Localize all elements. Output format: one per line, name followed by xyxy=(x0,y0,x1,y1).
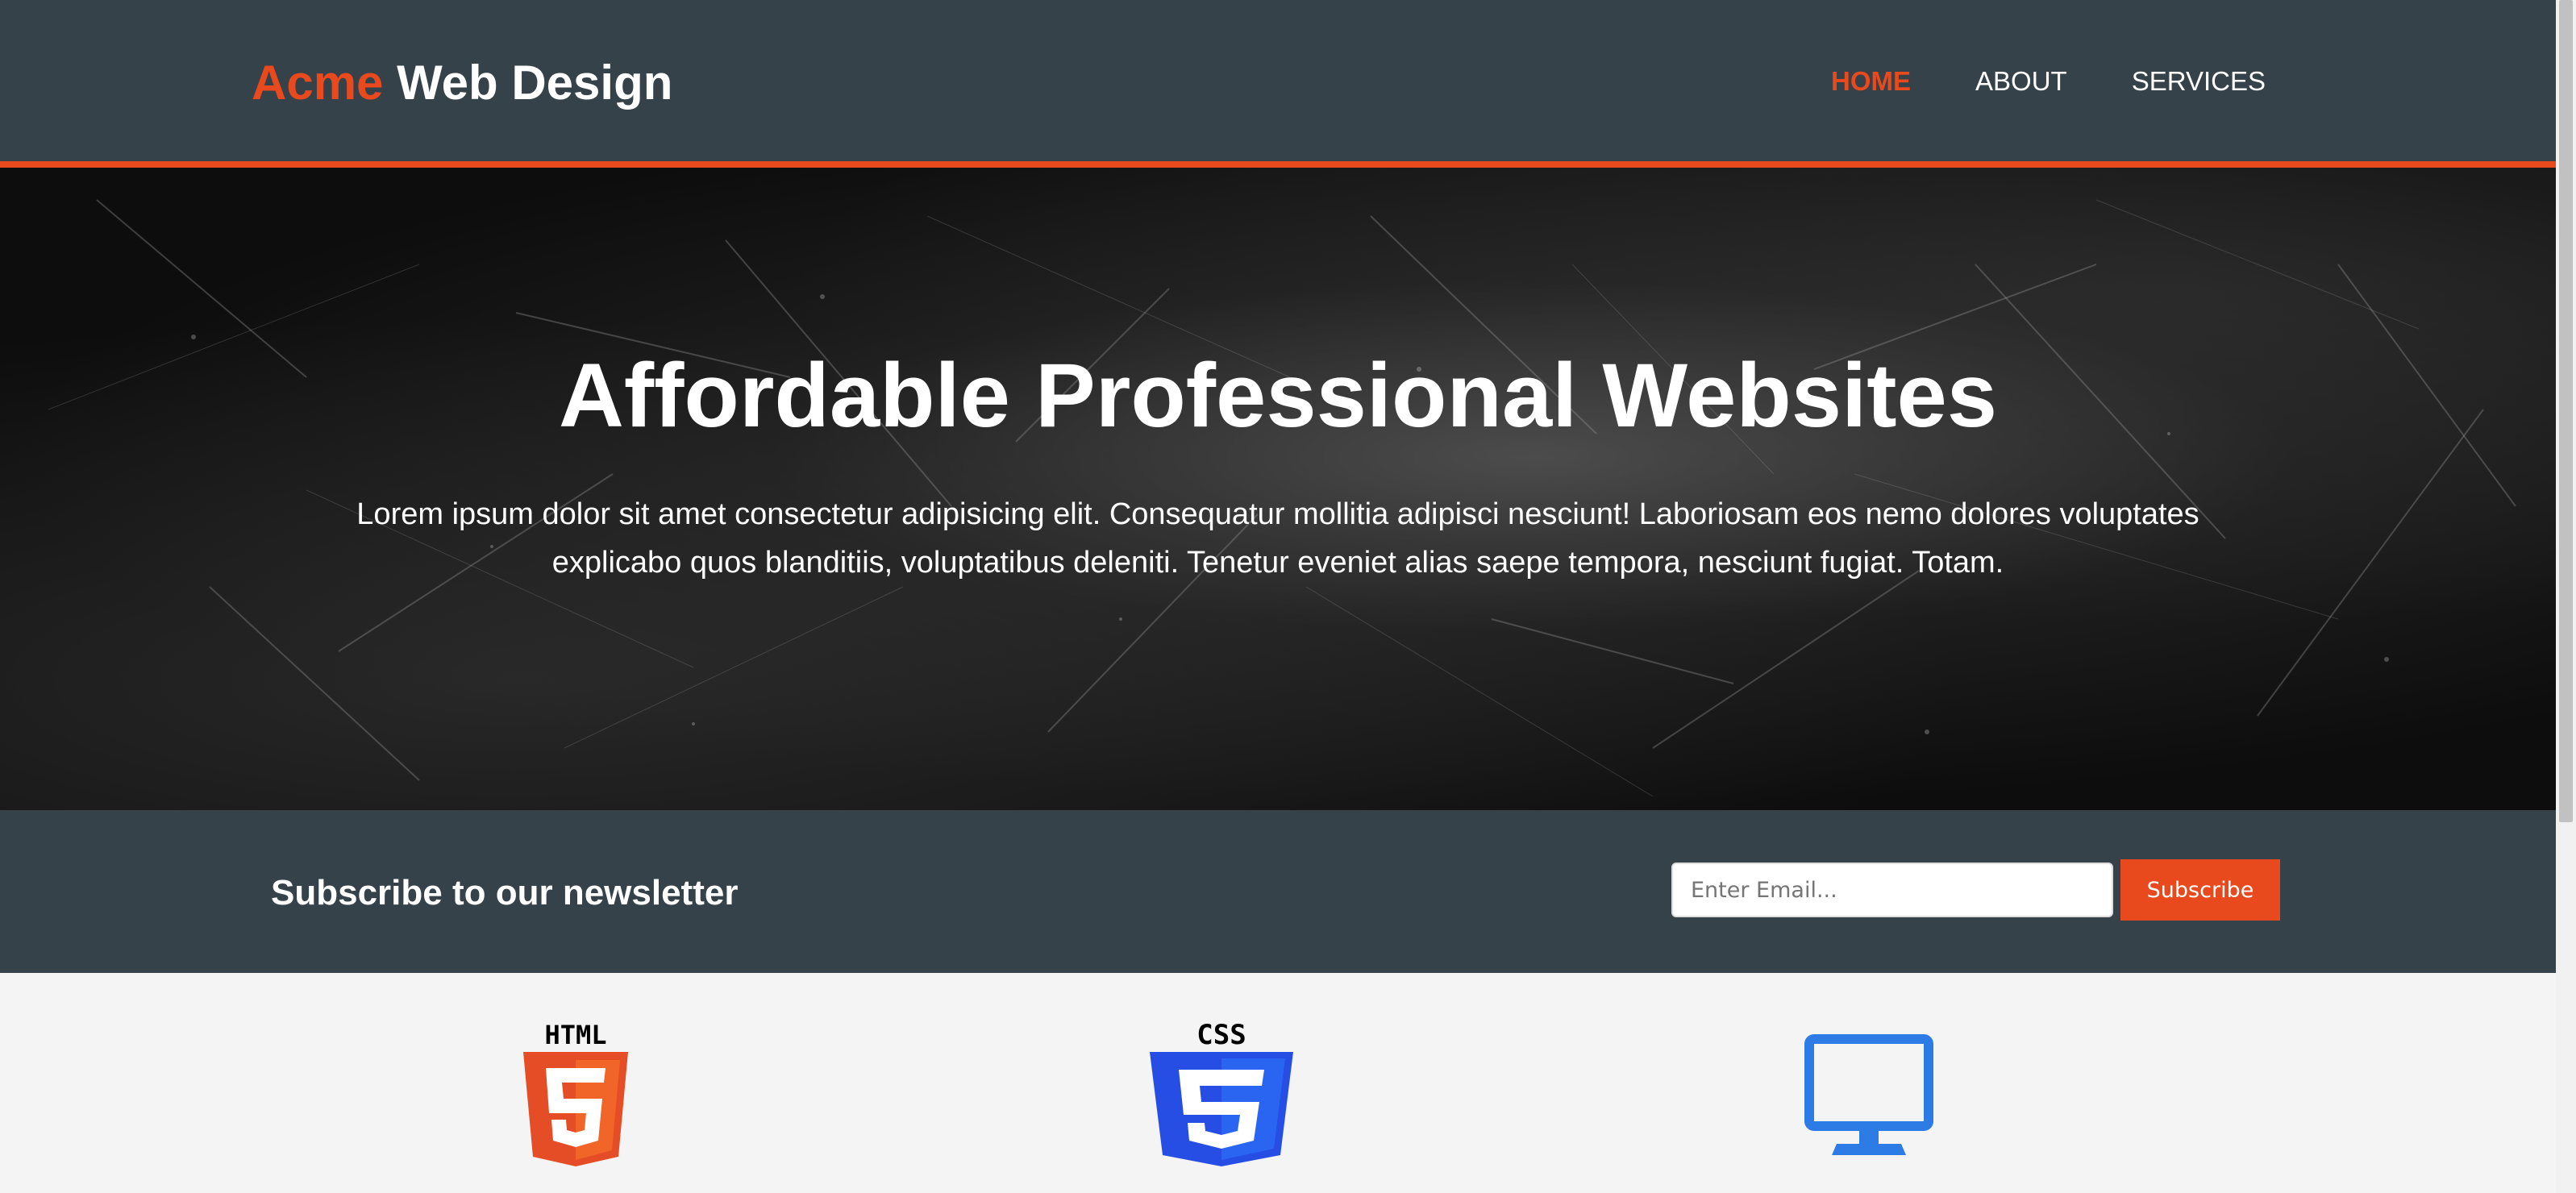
brand-logo[interactable]: Acme Web Design xyxy=(252,55,672,110)
css3-logo-label: CSS xyxy=(1196,1020,1246,1051)
nav-about-link[interactable]: ABOUT xyxy=(1975,66,2067,97)
hero-title: Affordable Professional Websites xyxy=(558,345,1998,446)
hero-background-texture xyxy=(48,199,2516,797)
features-boxes: HTML CSS xyxy=(0,973,2556,1193)
email-input[interactable] xyxy=(1671,863,2113,917)
html5-logo-icon: HTML xyxy=(523,1020,628,1166)
nav-home-link[interactable]: HOME xyxy=(1831,66,1911,97)
scrollbar[interactable] xyxy=(2556,0,2576,1193)
html5-logo-label: HTML xyxy=(544,1020,606,1050)
newsletter-title: Subscribe to our newsletter xyxy=(271,873,739,912)
newsletter-section: Subscribe to our newsletter Subscribe xyxy=(0,810,2556,973)
nav-services-link[interactable]: SERVICES xyxy=(2132,66,2266,97)
scrollbar-thumb[interactable] xyxy=(2559,0,2573,822)
site-header: Acme Web Design HOME ABOUT SERVICES xyxy=(0,0,2556,168)
brand-highlight: Acme xyxy=(252,56,384,110)
showcase-hero: Affordable Professional Websites Lorem i… xyxy=(0,168,2556,810)
hero-text: Lorem ipsum dolor sit amet consectetur a… xyxy=(356,497,2199,580)
page: Acme Web Design HOME ABOUT SERVICES Affo… xyxy=(0,0,2556,1193)
monitor-icon xyxy=(1804,1034,1933,1155)
subscribe-button[interactable]: Subscribe xyxy=(2120,859,2280,921)
brand-text: Web Design xyxy=(383,56,673,110)
css3-logo-icon: CSS xyxy=(1150,1020,1293,1166)
main-nav: HOME ABOUT SERVICES xyxy=(1831,66,2266,97)
